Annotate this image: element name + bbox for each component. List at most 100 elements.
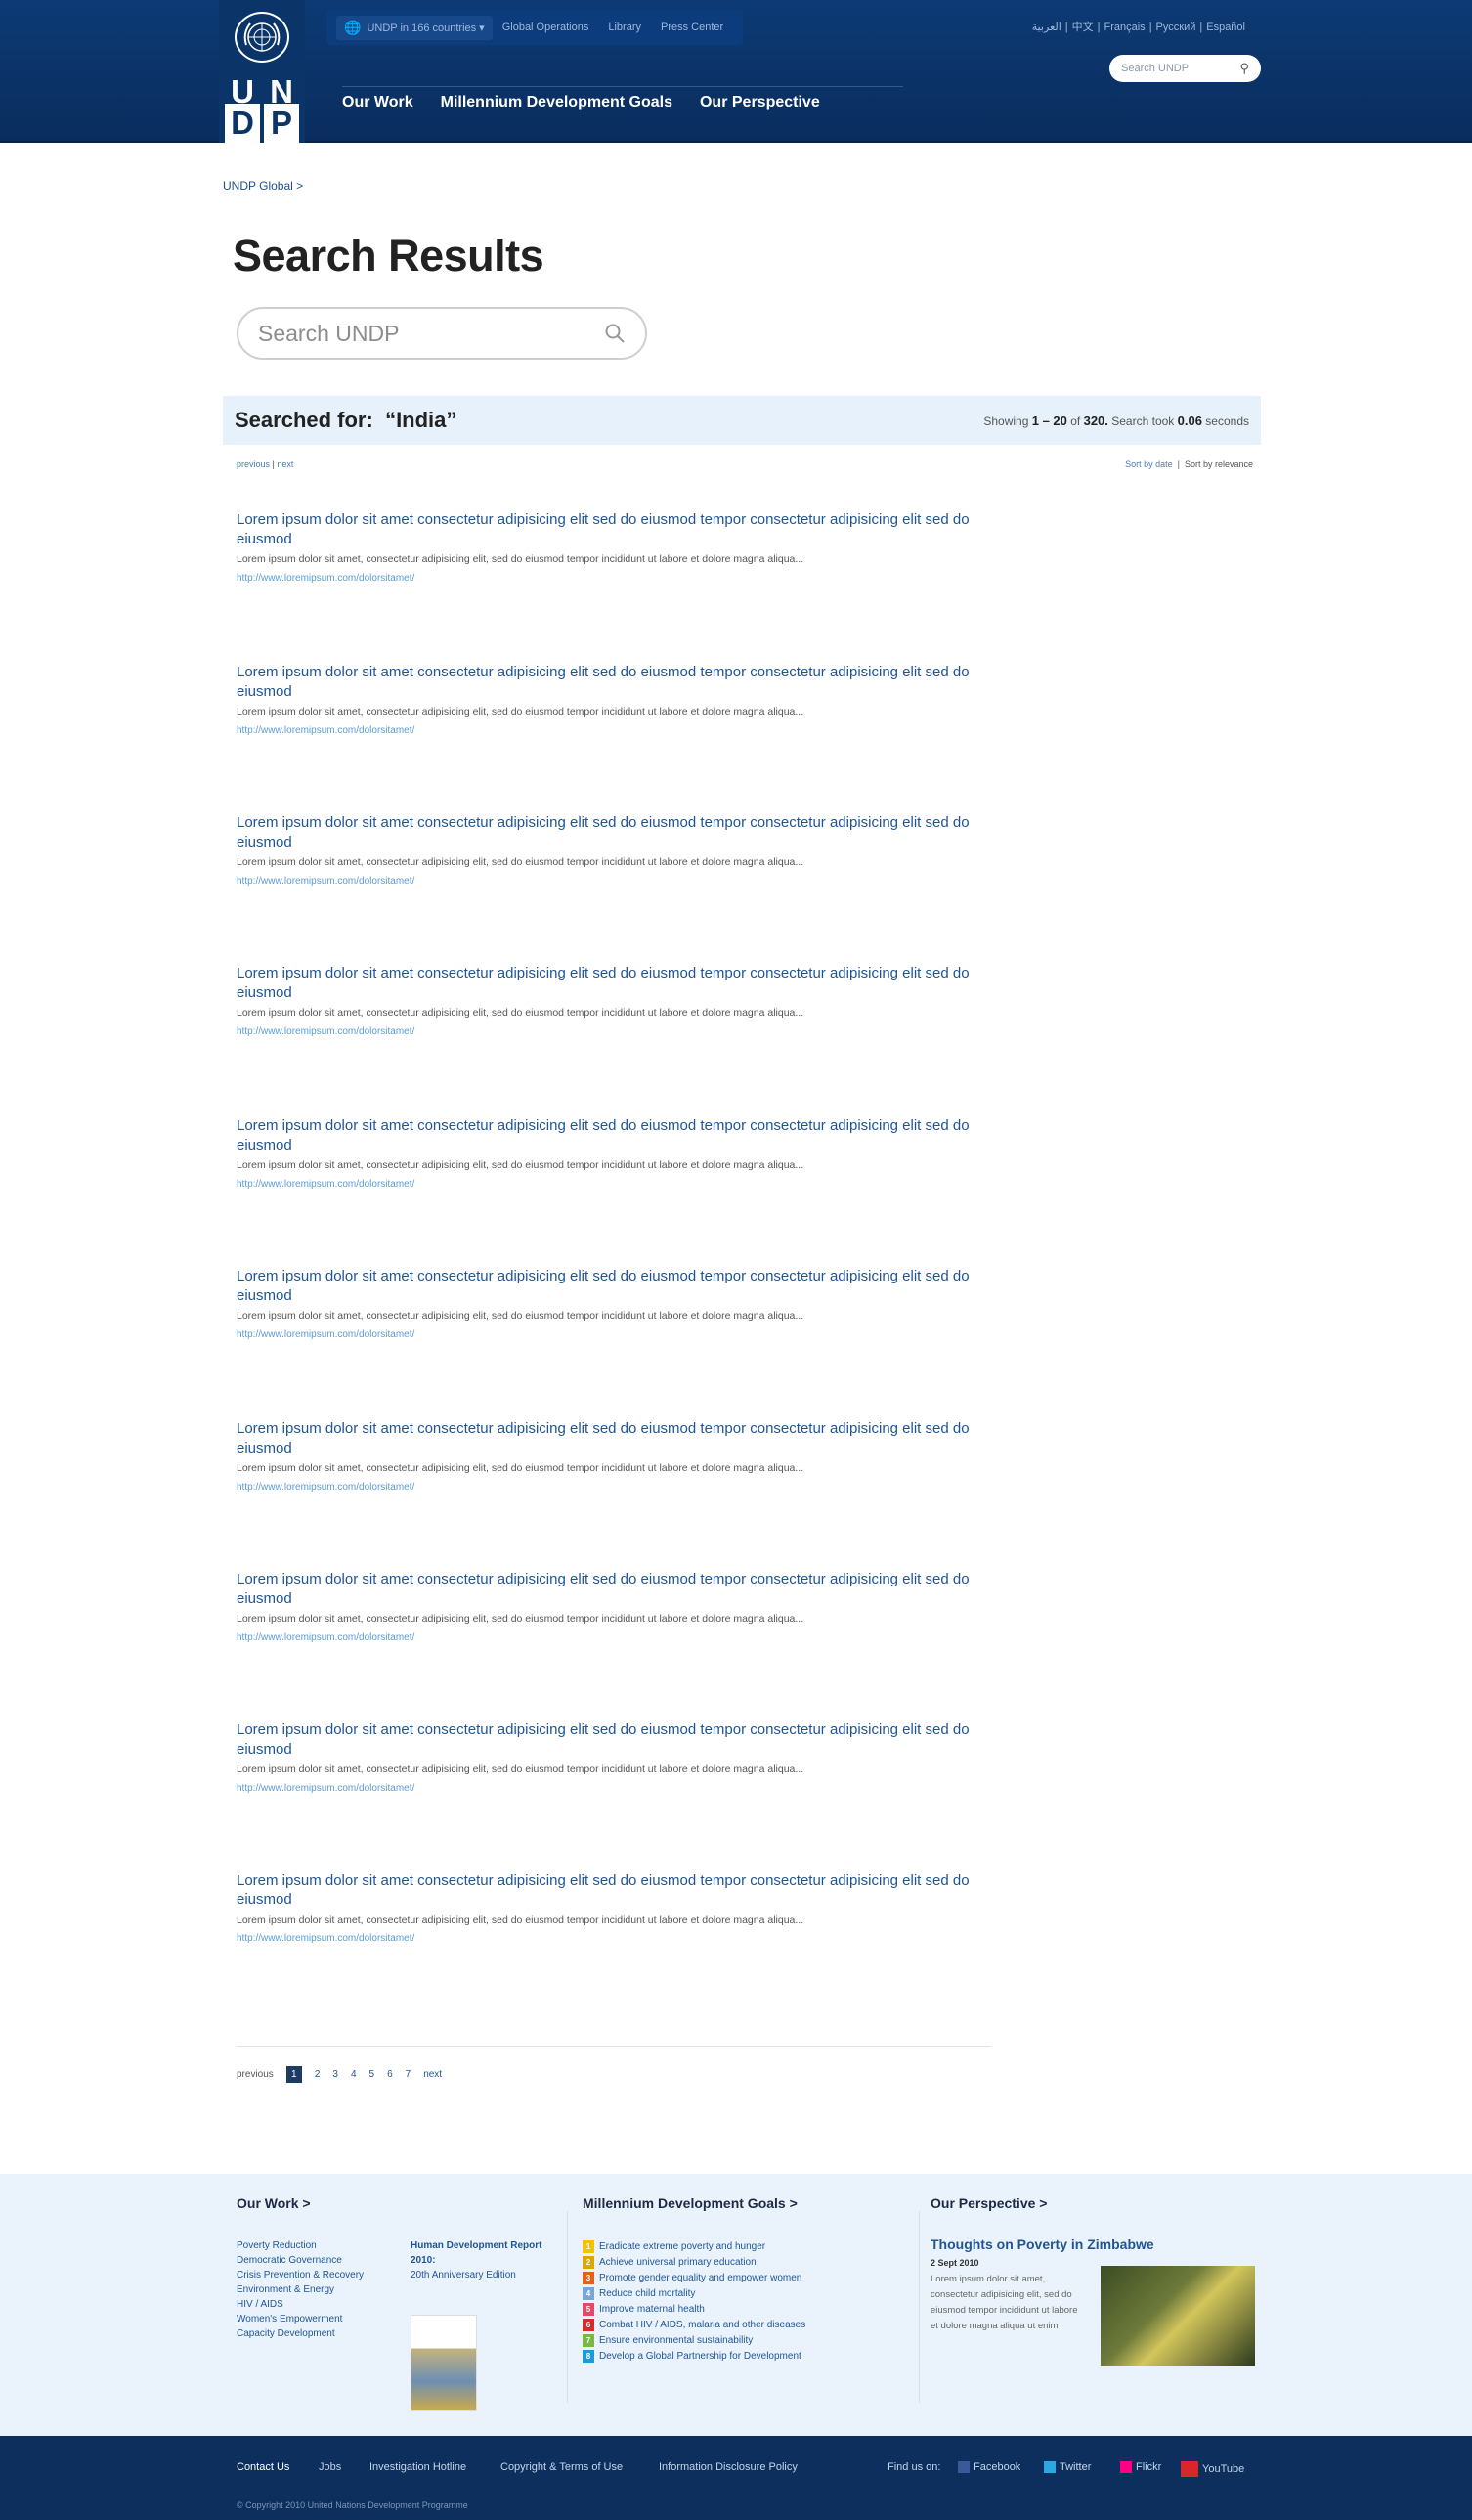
undp-logo[interactable]: U N D P bbox=[219, 0, 305, 143]
contact-us-link[interactable]: Contact Us bbox=[237, 2461, 289, 2473]
twitter-label: Twitter bbox=[1060, 2461, 1092, 2473]
perspective-article-image[interactable] bbox=[1101, 2266, 1255, 2366]
disclosure-policy-link[interactable]: Information Disclosure Policy bbox=[659, 2461, 798, 2473]
result-title-link[interactable]: Lorem ipsum dolor sit amet consectetur a… bbox=[237, 664, 970, 700]
result-url-link[interactable]: http://www.loremipsum.com/dolorsitamet/ bbox=[237, 1179, 414, 1190]
footer-mdg-heading[interactable]: Millennium Development Goals > bbox=[583, 2195, 798, 2211]
top-previous-link[interactable]: previous bbox=[237, 459, 270, 469]
lang-chinese[interactable]: 中文 bbox=[1068, 22, 1098, 33]
footer-work-link[interactable]: Crisis Prevention & Recovery bbox=[237, 2268, 364, 2282]
mdg-goal-link[interactable]: 5 Improve maternal health bbox=[583, 2301, 805, 2317]
hdr-report-title[interactable]: Human Development Report 2010: bbox=[411, 2238, 547, 2268]
pager-page[interactable]: 6 bbox=[387, 2069, 393, 2080]
hdr-report-subtitle[interactable]: 20th Anniversary Edition bbox=[411, 2268, 516, 2282]
youtube-link[interactable]: YouTube bbox=[1181, 2461, 1244, 2477]
result-title-link[interactable]: Lorem ipsum dolor sit amet consectetur a… bbox=[237, 1721, 970, 1758]
mdg-goal-number-icon: 2 bbox=[583, 2255, 594, 2269]
footer-our-work-heading[interactable]: Our Work > bbox=[237, 2195, 311, 2211]
result-url-link[interactable]: http://www.loremipsum.com/dolorsitamet/ bbox=[237, 1933, 414, 1944]
result-url-link[interactable]: http://www.loremipsum.com/dolorsitamet/ bbox=[237, 573, 414, 584]
stats-range: 1 – 20 bbox=[1031, 413, 1067, 428]
investigation-hotline-link[interactable]: Investigation Hotline bbox=[369, 2461, 466, 2473]
result-title-link[interactable]: Lorem ipsum dolor sit amet consectetur a… bbox=[237, 1872, 970, 1908]
lang-spanish[interactable]: Español bbox=[1202, 22, 1249, 33]
nav-our-work[interactable]: Our Work bbox=[342, 94, 413, 111]
mdg-goal-link[interactable]: 2 Achieve universal primary education bbox=[583, 2254, 805, 2270]
library-link[interactable]: Library bbox=[598, 22, 651, 33]
result-url-link[interactable]: http://www.loremipsum.com/dolorsitamet/ bbox=[237, 1783, 414, 1794]
lang-arabic[interactable]: العربية bbox=[1028, 22, 1065, 33]
mdg-goal-link[interactable]: 3 Promote gender equality and empower wom… bbox=[583, 2270, 805, 2285]
footer-divider bbox=[919, 2211, 920, 2403]
pager-page[interactable]: 3 bbox=[332, 2069, 338, 2080]
search-result: Lorem ipsum dolor sit amet consectetur a… bbox=[237, 663, 979, 738]
report-cover-image[interactable] bbox=[411, 2315, 477, 2411]
search-icon[interactable] bbox=[604, 323, 626, 344]
result-url-link[interactable]: http://www.loremipsum.com/dolorsitamet/ bbox=[237, 1482, 414, 1493]
result-url-link[interactable]: http://www.loremipsum.com/dolorsitamet/ bbox=[237, 725, 414, 736]
flickr-icon bbox=[1120, 2461, 1132, 2474]
mdg-goal-link[interactable]: 4 Reduce child mortality bbox=[583, 2285, 805, 2301]
stats-seconds-label: seconds bbox=[1205, 413, 1249, 428]
result-title-link[interactable]: Lorem ipsum dolor sit amet consectetur a… bbox=[237, 1117, 970, 1153]
result-title-link[interactable]: Lorem ipsum dolor sit amet consectetur a… bbox=[237, 965, 970, 1001]
footer-divider bbox=[567, 2211, 568, 2403]
mdg-goal-link[interactable]: 6 Combat HIV / AIDS, malaria and other di… bbox=[583, 2317, 805, 2332]
result-url-link[interactable]: http://www.loremipsum.com/dolorsitamet/ bbox=[237, 1329, 414, 1340]
mdg-goal-text: Develop a Global Partnership for Develop… bbox=[599, 2350, 801, 2362]
search-icon[interactable]: ⚲ bbox=[1239, 61, 1249, 76]
result-url-link[interactable]: http://www.loremipsum.com/dolorsitamet/ bbox=[237, 1632, 414, 1643]
result-title-link[interactable]: Lorem ipsum dolor sit amet consectetur a… bbox=[237, 511, 970, 547]
mdg-goal-link[interactable]: 1 Eradicate extreme poverty and hunger bbox=[583, 2238, 805, 2254]
pager-next[interactable]: next bbox=[423, 2069, 442, 2080]
footer-perspective-heading[interactable]: Our Perspective > bbox=[931, 2195, 1047, 2211]
nav-our-perspective[interactable]: Our Perspective bbox=[700, 94, 820, 111]
top-next-link[interactable]: next bbox=[277, 459, 293, 469]
search-input[interactable]: Search UNDP bbox=[237, 307, 647, 360]
result-url-link[interactable]: http://www.loremipsum.com/dolorsitamet/ bbox=[237, 876, 414, 887]
result-title-link[interactable]: Lorem ipsum dolor sit amet consectetur a… bbox=[237, 1420, 970, 1456]
press-center-link[interactable]: Press Center bbox=[651, 22, 733, 33]
footer-work-link[interactable]: HIV / AIDS bbox=[237, 2297, 283, 2312]
pager-page[interactable]: 2 bbox=[315, 2069, 321, 2080]
result-snippet: Lorem ipsum dolor sit amet, consectetur … bbox=[237, 856, 804, 868]
result-title-link[interactable]: Lorem ipsum dolor sit amet consectetur a… bbox=[237, 1571, 970, 1607]
footer-work-link[interactable]: Poverty Reduction bbox=[237, 2238, 317, 2253]
mdg-goal-link[interactable]: 8 Develop a Global Partnership for Develo… bbox=[583, 2348, 805, 2364]
result-title-link[interactable]: Lorem ipsum dolor sit amet consectetur a… bbox=[237, 814, 970, 850]
mdg-goal-text: Ensure environmental sustainability bbox=[599, 2334, 754, 2346]
result-title-link[interactable]: Lorem ipsum dolor sit amet consectetur a… bbox=[237, 1268, 970, 1304]
search-result: Lorem ipsum dolor sit amet consectetur a… bbox=[237, 1267, 979, 1342]
flickr-link[interactable]: Flickr bbox=[1120, 2461, 1161, 2474]
pager-page[interactable]: 7 bbox=[406, 2069, 411, 2080]
breadcrumb[interactable]: UNDP Global > bbox=[223, 179, 303, 193]
pager-current-page[interactable]: 1 bbox=[285, 2066, 302, 2083]
perspective-article-title[interactable]: Thoughts on Poverty in Zimbabwe bbox=[931, 2237, 1154, 2252]
copyright-terms-link[interactable]: Copyright & Terms of Use bbox=[500, 2461, 623, 2473]
footer-work-link[interactable]: Capacity Development bbox=[237, 2326, 335, 2341]
footer-work-link[interactable]: Democratic Governance bbox=[237, 2253, 342, 2268]
header-search-input[interactable]: Search UNDP ⚲ bbox=[1109, 55, 1261, 82]
footer-work-link[interactable]: Environment & Energy bbox=[237, 2282, 334, 2297]
mdg-goal-number-icon: 1 bbox=[583, 2239, 594, 2253]
pager-page[interactable]: 4 bbox=[351, 2069, 357, 2080]
search-result: Lorem ipsum dolor sit amet consectetur a… bbox=[237, 1116, 979, 1192]
nav-mdgs[interactable]: Millennium Development Goals bbox=[441, 94, 672, 111]
sort-by-date-link[interactable]: Sort by date bbox=[1125, 459, 1173, 469]
lang-french[interactable]: Français bbox=[1101, 22, 1149, 33]
footer-work-link[interactable]: Women's Empowerment bbox=[237, 2312, 342, 2326]
pager-page[interactable]: 5 bbox=[369, 2069, 375, 2080]
sort-by-relevance-link[interactable]: Sort by relevance bbox=[1185, 459, 1253, 469]
facebook-link[interactable]: Facebook bbox=[958, 2461, 1020, 2474]
jobs-link[interactable]: Jobs bbox=[319, 2461, 341, 2473]
search-summary-bar: Searched for: “India” Showing 1 – 20 of … bbox=[223, 396, 1261, 445]
countries-dropdown[interactable]: 🌐 UNDP in 166 countries ▾ bbox=[336, 15, 493, 40]
lang-russian[interactable]: Русский bbox=[1152, 22, 1200, 33]
mdg-goal-list: 1 Eradicate extreme poverty and hunger 2 Ac… bbox=[583, 2238, 805, 2364]
result-url-link[interactable]: http://www.loremipsum.com/dolorsitamet/ bbox=[237, 1026, 414, 1037]
global-operations-link[interactable]: Global Operations bbox=[493, 22, 599, 33]
stats-took: Search took bbox=[1111, 413, 1175, 428]
mdg-goal-link[interactable]: 7 Ensure environmental sustainability bbox=[583, 2332, 805, 2348]
twitter-link[interactable]: Twitter bbox=[1044, 2461, 1092, 2474]
pager-previous[interactable]: previous bbox=[237, 2069, 274, 2080]
